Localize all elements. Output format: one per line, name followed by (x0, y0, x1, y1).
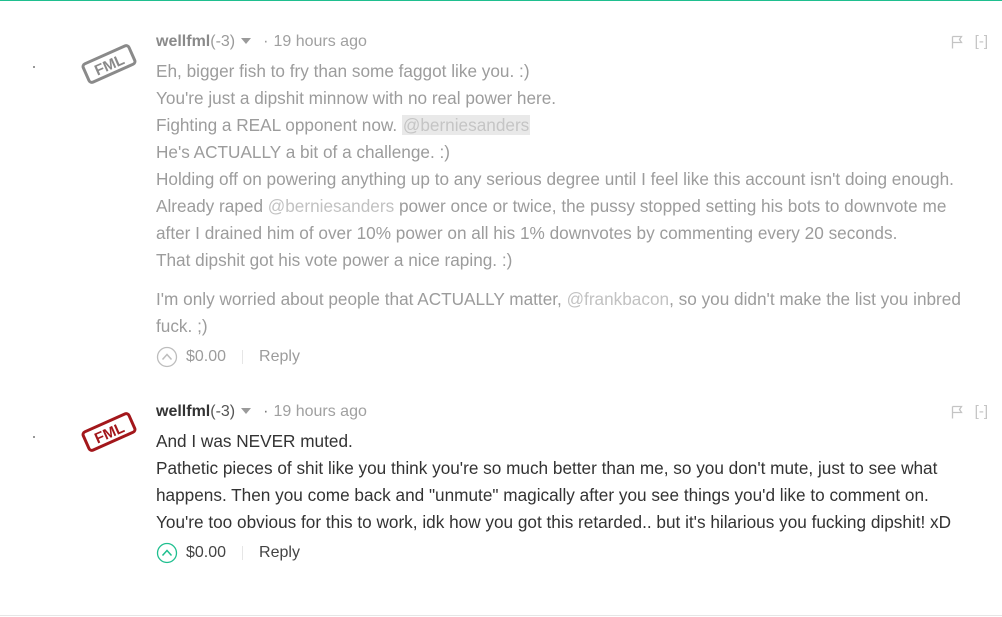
top-accent-line (0, 0, 1002, 1)
author-reputation: (-3) (210, 33, 236, 50)
flag-icon[interactable] (951, 405, 963, 419)
comment-actions: [-] (951, 30, 988, 54)
flag-icon[interactable] (951, 35, 963, 49)
bottom-divider (0, 615, 1002, 616)
comment-content: wellfml(-3) · 19 hours ago [-] Eh, bigger … (156, 30, 1002, 370)
comment-footer: $0.00 Reply (156, 540, 1002, 566)
comment-actions: [-] (951, 400, 988, 424)
comment-footer: $0.00 Reply (156, 344, 1002, 370)
body-line: And I was NEVER muted. (156, 431, 353, 451)
footer-divider (242, 546, 244, 560)
thread-dot (33, 66, 35, 68)
thread-dot (33, 436, 35, 438)
reply-link[interactable]: Reply (259, 348, 300, 366)
comment-content: wellfml(-3) · 19 hours ago [-] And I was N… (156, 400, 1002, 566)
comment-header: wellfml(-3) · 19 hours ago [-] (156, 30, 1002, 54)
body-line: He's ACTUALLY a bit of a challenge. :) (156, 142, 451, 162)
body-line: I'm only worried about people that ACTUA… (156, 289, 961, 309)
author-name[interactable]: wellfml (156, 403, 210, 420)
author-name[interactable]: wellfml (156, 33, 210, 50)
body-line: That dipshit got his vote power a nice r… (156, 250, 513, 270)
mention-link[interactable]: @berniesanders (401, 115, 531, 135)
chevron-down-icon[interactable] (241, 37, 252, 44)
comment-body: And I was NEVER muted. Pathetic pieces o… (156, 428, 1002, 536)
body-line: Eh, bigger fish to fry than some faggot … (156, 61, 530, 81)
upvote-chevron-icon[interactable] (156, 346, 178, 368)
body-line: fuck. ;) (156, 316, 208, 336)
upvote-chevron-icon[interactable] (156, 542, 178, 564)
collapse-toggle[interactable]: [-] (975, 400, 988, 424)
mention-link[interactable]: @berniesanders (268, 196, 394, 216)
body-line: Holding off on powering anything up to a… (156, 169, 954, 189)
body-line: Fighting a REAL opponent now. @berniesan… (156, 115, 531, 135)
mention-link[interactable]: @frankbacon (567, 289, 670, 309)
footer-divider (242, 350, 244, 364)
collapse-toggle[interactable]: [-] (975, 30, 988, 54)
body-line: happens. Then you come back and "unmute"… (156, 485, 929, 505)
author-reputation: (-3) (210, 403, 236, 420)
body-line: Already raped @berniesanders power once … (156, 196, 947, 216)
reply-link[interactable]: Reply (259, 544, 300, 562)
body-line: Pathetic pieces of shit like you think y… (156, 458, 938, 478)
payout-amount[interactable]: $0.00 (186, 348, 226, 366)
timestamp[interactable]: 19 hours ago (273, 403, 366, 420)
body-line: You're just a dipshit minnow with no rea… (156, 88, 557, 108)
timestamp[interactable]: 19 hours ago (273, 33, 366, 50)
separator-dot: · (263, 33, 269, 50)
avatar-fml-stamp-icon[interactable]: FML (80, 410, 138, 454)
avatar-fml-stamp-icon[interactable]: FML (80, 42, 138, 86)
body-line: You're too obvious for this to work, idk… (156, 512, 952, 532)
body-line: after I drained him of over 10% power on… (156, 223, 898, 243)
separator-dot: · (263, 403, 269, 420)
comment-header: wellfml(-3) · 19 hours ago [-] (156, 400, 1002, 424)
payout-amount[interactable]: $0.00 (186, 544, 226, 562)
comment-body: Eh, bigger fish to fry than some faggot … (156, 58, 1002, 340)
chevron-down-icon[interactable] (241, 407, 252, 414)
